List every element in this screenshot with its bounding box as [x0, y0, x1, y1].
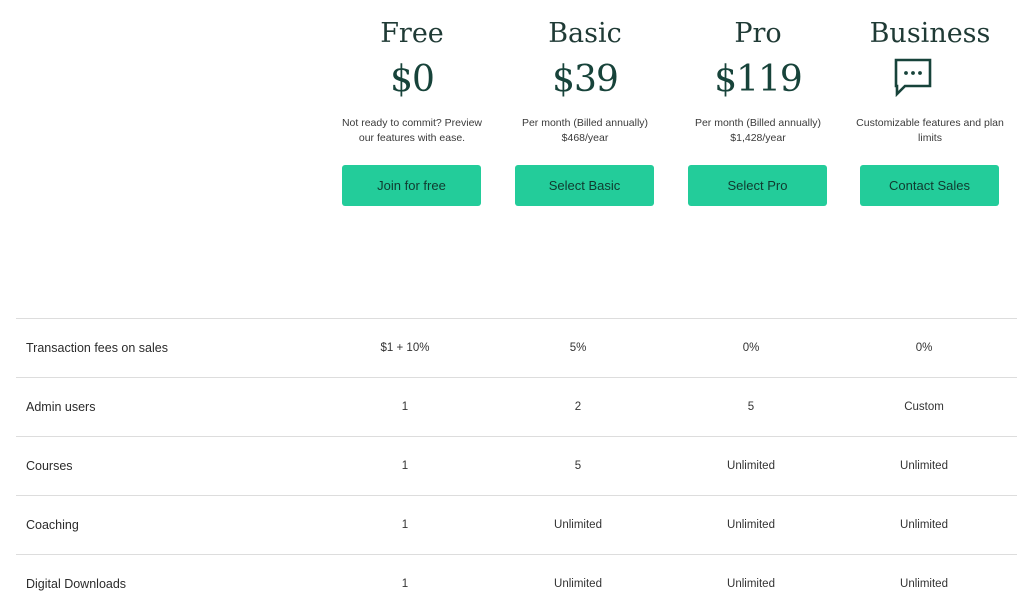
table-cell: Custom: [904, 401, 944, 413]
plan-description-line: $468/year: [561, 132, 609, 144]
select-pro-button[interactable]: Select Pro: [688, 165, 827, 206]
table-row: Courses 1 5 Unlimited Unlimited: [16, 436, 1017, 495]
plan-price: $39: [552, 59, 619, 100]
plan-description-line: Customizable features and plan: [856, 117, 1004, 129]
plan-price: $0: [390, 59, 435, 100]
table-cell: 5: [574, 460, 582, 472]
table-row: Coaching 1 Unlimited Unlimited Unlimited: [16, 495, 1017, 554]
row-label: Digital Downloads: [26, 577, 127, 591]
plan-name: Pro: [734, 18, 782, 49]
plan-description-line: our features with ease.: [358, 132, 466, 144]
table-cell: Unlimited: [900, 578, 948, 590]
table-cell: 5%: [569, 342, 587, 354]
join-for-free-button[interactable]: Join for free: [342, 165, 481, 206]
table-cell: Unlimited: [727, 578, 775, 590]
plan-name: Basic: [548, 18, 622, 49]
table-cell: 0%: [742, 342, 760, 354]
plan-description-line: $1,428/year: [730, 132, 786, 144]
row-label: Admin users: [26, 400, 96, 414]
chat-bubble-icon: [894, 58, 932, 97]
plan-description: Customizable features and plan limits: [845, 116, 1015, 146]
table-cell: $1 + 10%: [380, 342, 430, 354]
table-cell: 1: [401, 401, 409, 413]
table-row: Transaction fees on sales $1 + 10% 5% 0%…: [16, 318, 1017, 377]
table-row: Admin users 1 2 5 Custom: [16, 377, 1017, 436]
plan-description: Per month (Billed annually) $1,428/year: [673, 116, 843, 146]
plan-name: Business: [869, 18, 991, 49]
plan-description-line: Per month (Billed annually): [694, 117, 822, 129]
table-cell: 1: [401, 578, 409, 590]
table-cell: Unlimited: [900, 460, 948, 472]
table-cell: Unlimited: [554, 519, 602, 531]
table-cell: Unlimited: [554, 578, 602, 590]
table-cell: Unlimited: [727, 519, 775, 531]
table-cell: 1: [401, 460, 409, 472]
table-cell: Unlimited: [727, 460, 775, 472]
select-basic-button[interactable]: Select Basic: [515, 165, 654, 206]
plan-description: Per month (Billed annually) $468/year: [500, 116, 670, 146]
table-cell: Unlimited: [900, 519, 948, 531]
plan-description-line: Not ready to commit? Preview: [341, 117, 483, 129]
table-cell: 1: [401, 519, 409, 531]
table-cell: 0%: [915, 342, 933, 354]
table-cell: 5: [747, 401, 755, 413]
plan-description-line: Per month (Billed annually): [521, 117, 649, 129]
row-label: Coaching: [26, 518, 79, 532]
plan-price: $119: [714, 59, 803, 100]
plan-description: Not ready to commit? Preview our feature…: [327, 116, 497, 146]
table-row: Digital Downloads 1 Unlimited Unlimited …: [16, 554, 1017, 613]
row-label: Transaction fees on sales: [26, 341, 168, 355]
table-cell: 2: [574, 401, 582, 413]
plan-description-line: limits: [918, 132, 942, 144]
row-label: Courses: [26, 459, 73, 473]
feature-comparison-table: Transaction fees on sales $1 + 10% 5% 0%…: [16, 318, 1017, 613]
contact-sales-button[interactable]: Contact Sales: [860, 165, 999, 206]
plan-name: Free: [380, 18, 444, 49]
pricing-plans: Free $0 Not ready to commit? Preview our…: [0, 0, 1024, 260]
